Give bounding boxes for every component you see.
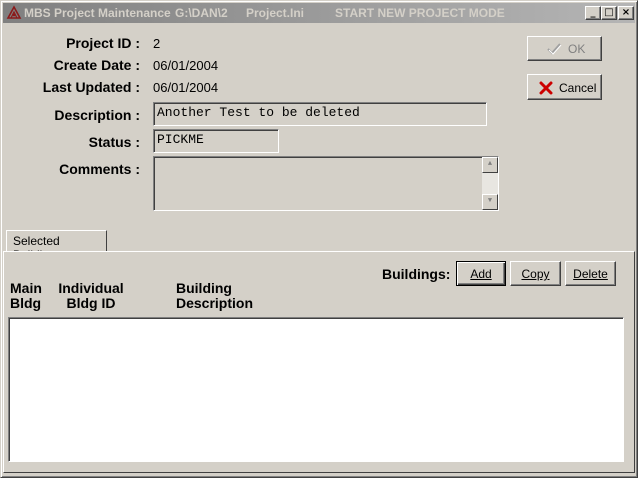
status-field[interactable]: PICKME xyxy=(153,129,279,153)
last-updated-value: 06/01/2004 xyxy=(153,80,219,95)
scroll-up-icon[interactable]: ▲ xyxy=(482,157,498,173)
comments-textarea[interactable]: ▲ ▼ xyxy=(153,156,499,211)
create-date-label: Create Date : xyxy=(53,57,140,73)
column-header-building-description: Building Description xyxy=(176,281,253,311)
add-label: Add xyxy=(470,267,492,281)
buildings-list[interactable] xyxy=(8,317,624,462)
checkmark-icon xyxy=(547,43,562,55)
comments-label: Comments : xyxy=(59,161,140,177)
maximize-button[interactable]: □ xyxy=(601,6,617,20)
title-mode: START NEW PROJECT MODE xyxy=(335,6,505,20)
delete-building-button[interactable]: Delete xyxy=(565,261,616,286)
column-header-line: Building xyxy=(176,280,232,296)
title-bar[interactable]: MBS Project Maintenance G:\DAN\2 Project… xyxy=(3,3,635,23)
comments-scrollbar[interactable]: ▲ ▼ xyxy=(482,157,498,210)
minimize-button[interactable]: _ xyxy=(585,6,601,20)
delete-label: Delete xyxy=(573,267,608,281)
title-path: G:\DAN\2 xyxy=(175,6,228,20)
column-header-individual-bldg-id: Individual Bldg ID xyxy=(58,281,124,311)
description-field[interactable]: Another Test to be deleted xyxy=(153,102,487,126)
project-id-label: Project ID : xyxy=(66,35,140,51)
buildings-label: Buildings: xyxy=(382,266,451,282)
column-header-line: Main xyxy=(10,280,42,296)
scroll-down-icon[interactable]: ▼ xyxy=(482,194,498,210)
column-header-main-bldg: Main Bldg xyxy=(10,281,42,311)
ok-label: OK xyxy=(568,42,586,56)
close-icon: × xyxy=(621,7,631,18)
status-label: Status : xyxy=(88,134,140,150)
column-header-line: Individual xyxy=(58,280,124,296)
tab-selected-buildings[interactable]: Selected Buildings xyxy=(6,230,107,262)
close-button[interactable]: × xyxy=(618,6,634,20)
column-header-line: Bldg xyxy=(10,295,42,311)
create-date-value: 06/01/2004 xyxy=(153,58,219,73)
maximize-icon: □ xyxy=(604,7,614,18)
minimize-icon: _ xyxy=(590,7,596,18)
add-building-button[interactable]: Add xyxy=(456,261,506,286)
red-x-icon xyxy=(539,81,553,95)
last-updated-label: Last Updated : xyxy=(42,79,140,95)
description-label: Description : xyxy=(54,107,140,123)
copy-label: Copy xyxy=(521,267,550,281)
app-logo-icon xyxy=(6,5,22,19)
project-id-value: 2 xyxy=(153,36,161,51)
main-window: MBS Project Maintenance G:\DAN\2 Project… xyxy=(0,0,638,478)
cancel-label: Cancel xyxy=(559,81,597,95)
copy-building-button[interactable]: Copy xyxy=(510,261,561,286)
cancel-button[interactable]: Cancel xyxy=(527,74,602,100)
app-title: MBS Project Maintenance xyxy=(24,6,171,20)
column-header-line: Description xyxy=(176,295,254,311)
title-ini-file: Project.Ini xyxy=(246,6,305,20)
ok-button[interactable]: OK xyxy=(527,36,602,61)
column-header-line: Bldg ID xyxy=(66,295,116,311)
